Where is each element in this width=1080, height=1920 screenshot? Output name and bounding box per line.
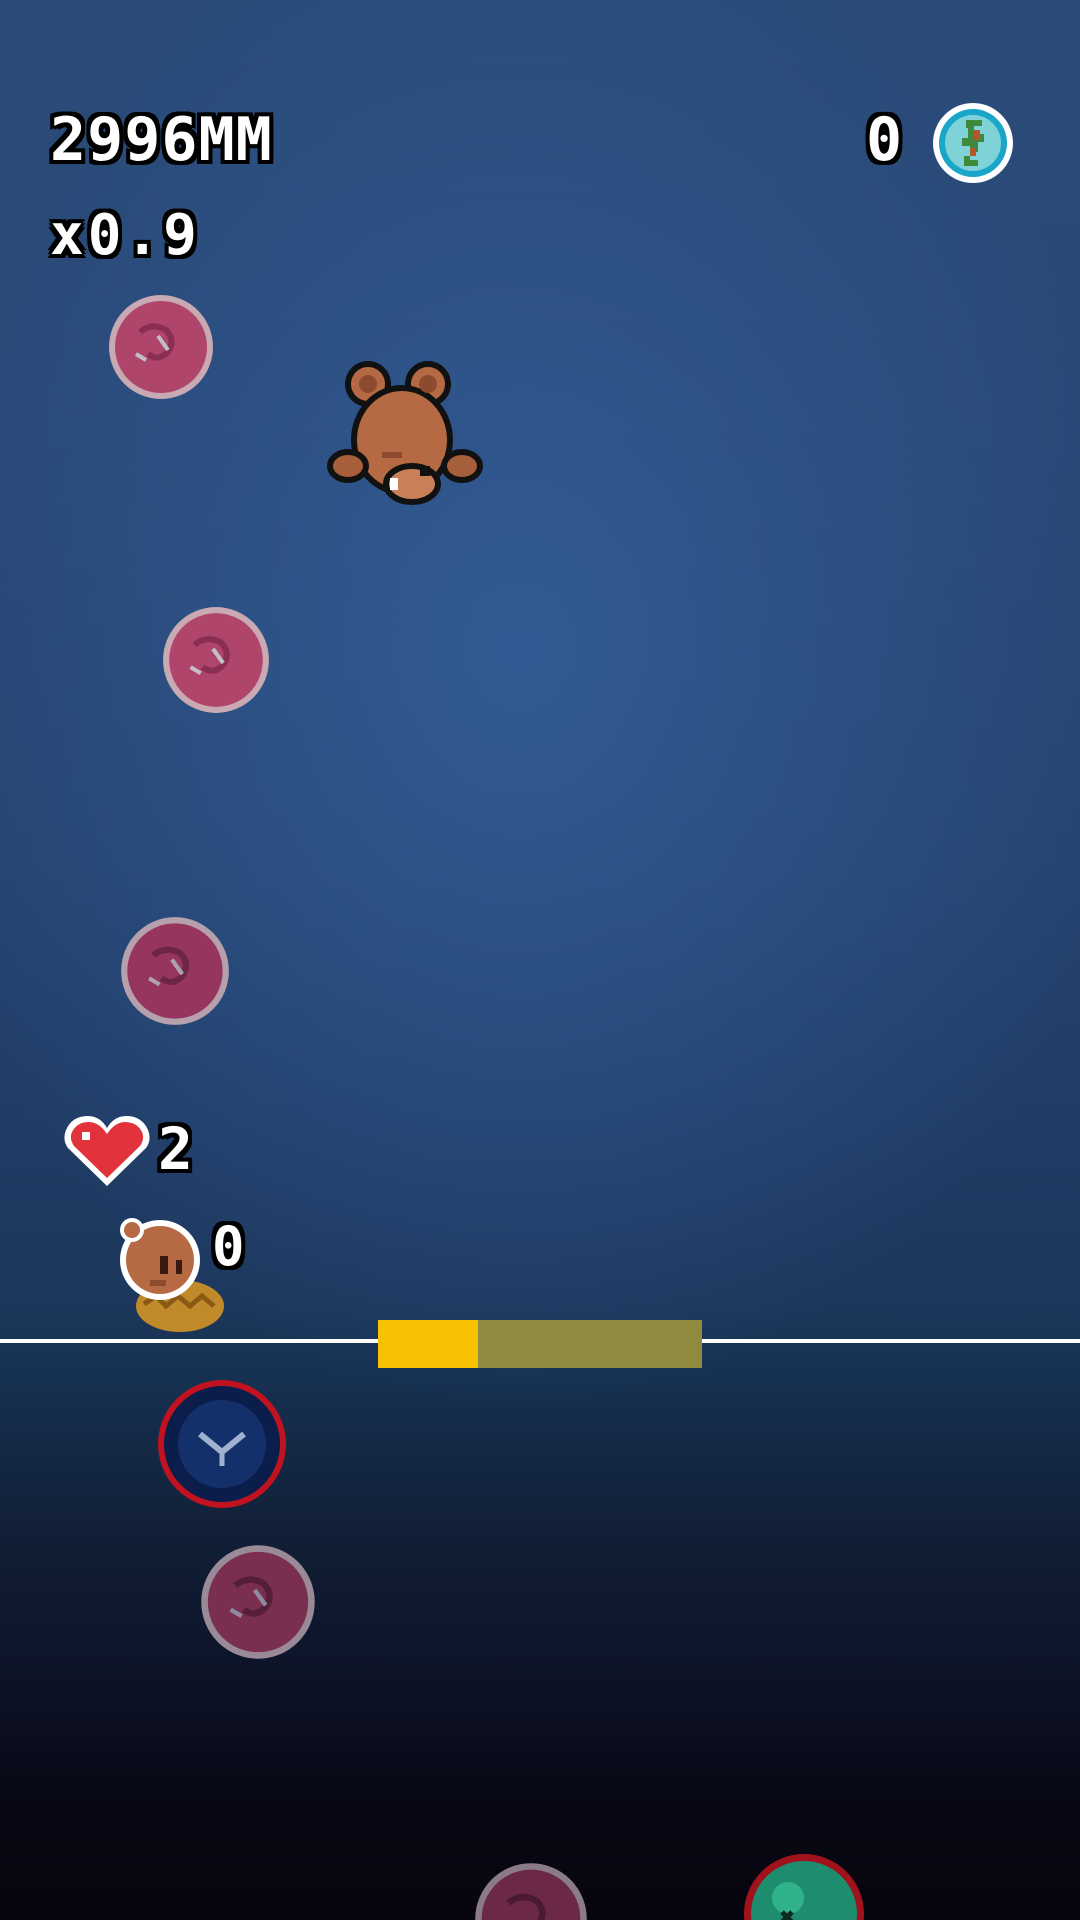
bear-player-character bbox=[327, 361, 483, 505]
spore-obstacle bbox=[475, 1863, 587, 1920]
rescued-counter: 0 bbox=[212, 1215, 245, 1278]
distance-counter: 2996MM bbox=[50, 105, 273, 175]
globe-coin-icon bbox=[933, 103, 1013, 183]
green-creature-enemy bbox=[744, 1854, 864, 1920]
game-stage[interactable]: 2996MM x0.9 0 2 0 bbox=[0, 0, 1080, 1920]
heart-icon bbox=[64, 1116, 150, 1186]
power-meter bbox=[378, 1320, 702, 1368]
lives-counter: 2 bbox=[158, 1115, 193, 1183]
spore-obstacle bbox=[109, 295, 213, 399]
coin-counter: 0 bbox=[866, 105, 903, 175]
power-meter-fill bbox=[378, 1320, 479, 1368]
spore-obstacle bbox=[201, 1545, 315, 1659]
spiked-mine-hazard bbox=[158, 1380, 286, 1508]
spore-obstacle bbox=[121, 917, 229, 1025]
speed-multiplier: x0.9 bbox=[50, 203, 201, 268]
spore-obstacle bbox=[163, 607, 269, 713]
